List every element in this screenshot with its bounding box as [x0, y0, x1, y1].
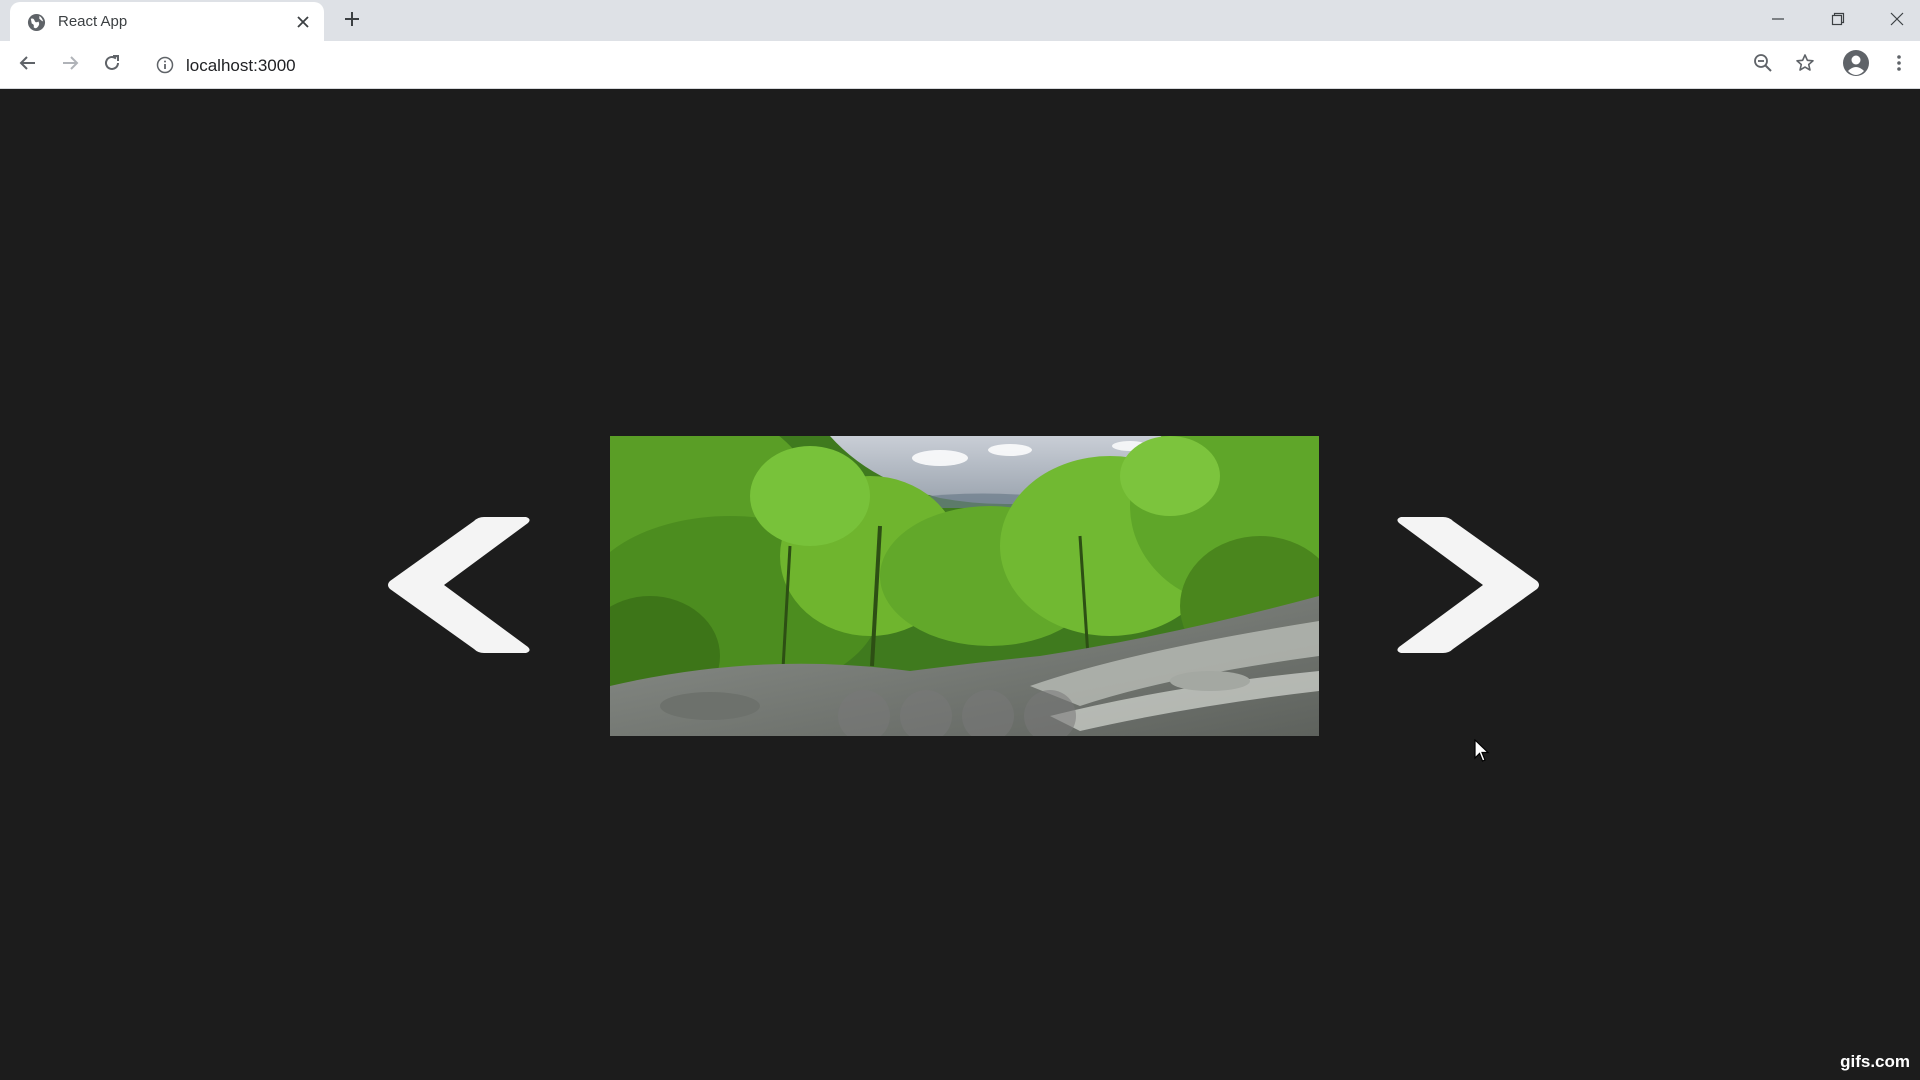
globe-icon [27, 13, 46, 32]
watermark: gifs.com [1840, 1052, 1910, 1071]
arrow-left-icon [19, 54, 37, 77]
browser-tab[interactable]: React App [10, 2, 324, 41]
url-text: localhost:3000 [186, 56, 296, 75]
star-icon [1795, 53, 1815, 78]
close-icon[interactable] [293, 12, 313, 32]
chevron-left-icon [384, 517, 532, 659]
tab-strip: React App [0, 0, 1920, 41]
slide-indicators [838, 690, 1098, 736]
info-icon[interactable] [156, 56, 174, 74]
chevron-right-icon [1395, 517, 1543, 659]
mouse-cursor-icon [1474, 738, 1490, 763]
close-window-button[interactable] [1882, 6, 1912, 32]
arrow-right-icon [61, 54, 79, 77]
account-icon [1842, 49, 1870, 82]
slide-image [610, 436, 1319, 736]
next-slide-button[interactable] [1395, 515, 1543, 655]
zoom-out-icon [1753, 53, 1773, 78]
slide-dot[interactable] [962, 690, 1014, 736]
slide-dot[interactable] [838, 690, 890, 736]
new-tab-button[interactable] [340, 9, 364, 33]
address-bar[interactable]: localhost:3000 [144, 48, 1784, 82]
kebab-menu-icon [1896, 54, 1902, 77]
reload-icon [103, 54, 121, 77]
plus-icon [343, 10, 361, 33]
slide-dot[interactable] [900, 690, 952, 736]
reload-button[interactable] [98, 51, 126, 79]
restore-button[interactable] [1823, 6, 1853, 32]
back-button[interactable] [14, 51, 42, 79]
minimize-button[interactable] [1763, 6, 1793, 32]
tab-title: React App [58, 13, 128, 30]
page-viewport: gifs.com [0, 89, 1920, 1080]
forward-button[interactable] [56, 51, 84, 79]
zoom-button[interactable] [1749, 51, 1777, 79]
bookmark-button[interactable] [1791, 51, 1819, 79]
profile-button[interactable] [1842, 49, 1870, 82]
previous-slide-button[interactable] [384, 515, 532, 655]
browser-toolbar: localhost:3000 [0, 41, 1920, 89]
menu-button[interactable] [1885, 51, 1913, 79]
slide-dot[interactable] [1024, 690, 1076, 736]
